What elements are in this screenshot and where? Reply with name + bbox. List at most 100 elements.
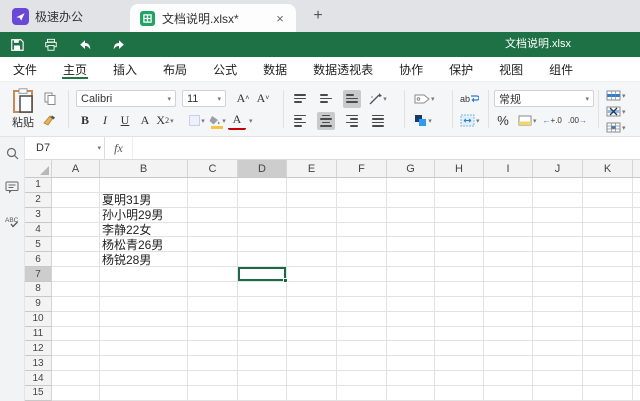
shrink-font-button[interactable]: A ˅ (254, 90, 272, 108)
cell-D5[interactable] (238, 237, 287, 253)
menu-item-10[interactable]: 组件 (536, 57, 586, 81)
name-box[interactable]: D7 ▾ (30, 137, 105, 159)
copy-icon[interactable] (41, 90, 59, 108)
cell-I10[interactable] (484, 311, 533, 327)
menu-item-9[interactable]: 视图 (486, 57, 536, 81)
cell-E15[interactable] (287, 386, 337, 401)
cell-C9[interactable] (188, 296, 238, 312)
cell-C3[interactable] (188, 207, 238, 223)
cell-C5[interactable] (188, 237, 238, 253)
column-header-A[interactable]: A (52, 160, 100, 178)
cell-A2[interactable] (52, 192, 100, 208)
cell-K8[interactable] (583, 282, 633, 297)
cell-J13[interactable] (533, 356, 583, 372)
column-header-F[interactable]: F (337, 160, 387, 178)
cell-E3[interactable] (287, 207, 337, 223)
cell-J6[interactable] (533, 252, 583, 268)
cell-H3[interactable] (435, 207, 484, 223)
subscript-button[interactable]: X 2 ▾ (156, 112, 174, 130)
cell-J15[interactable] (533, 386, 583, 401)
cell-G11[interactable] (387, 326, 435, 342)
cell-F1[interactable] (337, 178, 387, 193)
cell-E13[interactable] (287, 356, 337, 372)
currency-style-icon[interactable]: ▾ (518, 112, 537, 130)
cell-H13[interactable] (435, 356, 484, 372)
row-header-10[interactable]: 10 (25, 311, 52, 327)
cell-B14[interactable] (100, 371, 188, 387)
cell-J8[interactable] (533, 282, 583, 297)
cell-K3[interactable] (583, 207, 633, 223)
menu-item-2[interactable]: 插入 (100, 57, 150, 81)
cell-G13[interactable] (387, 356, 435, 372)
cell-F5[interactable] (337, 237, 387, 253)
fill-handle[interactable] (283, 278, 288, 284)
underline-button[interactable]: U (116, 112, 134, 130)
cell-F12[interactable] (337, 341, 387, 357)
cell-I4[interactable] (484, 222, 533, 238)
cell-I6[interactable] (484, 252, 533, 268)
cell-K7[interactable] (583, 267, 633, 283)
cell-I9[interactable] (484, 296, 533, 312)
cell-B9[interactable] (100, 296, 188, 312)
cell-I1[interactable] (484, 178, 533, 193)
cell-J4[interactable] (533, 222, 583, 238)
column-header-D[interactable]: D (238, 160, 287, 178)
cell-C6[interactable] (188, 252, 238, 268)
justify-icon[interactable] (369, 112, 387, 130)
menu-item-3[interactable]: 布局 (150, 57, 200, 81)
cell-I3[interactable] (484, 207, 533, 223)
cell-G4[interactable] (387, 222, 435, 238)
column-header-K[interactable]: K (583, 160, 633, 178)
cell-H7[interactable] (435, 267, 484, 283)
cell-D4[interactable] (238, 222, 287, 238)
cell-J3[interactable] (533, 207, 583, 223)
cell-F7[interactable] (337, 267, 387, 283)
cell-K15[interactable] (583, 386, 633, 401)
redo-button[interactable] (102, 32, 136, 57)
cell-D7[interactable] (238, 267, 288, 284)
cell-A13[interactable] (52, 356, 100, 372)
cell-B10[interactable] (100, 311, 188, 327)
row-header-5[interactable]: 5 (25, 237, 52, 253)
undo-button[interactable] (68, 32, 102, 57)
cell-C8[interactable] (188, 282, 238, 297)
cell-I12[interactable] (484, 341, 533, 357)
cell-G6[interactable] (387, 252, 435, 268)
cell-B7[interactable] (100, 267, 188, 283)
cell-E1[interactable] (287, 178, 337, 193)
insert-function-button[interactable]: fx (105, 137, 133, 159)
cell-A14[interactable] (52, 371, 100, 387)
select-all-corner[interactable] (25, 160, 52, 178)
text-orientation-icon[interactable]: ▾ (369, 90, 387, 108)
cell-F8[interactable] (337, 282, 387, 297)
cell-H6[interactable] (435, 252, 484, 268)
cell-A9[interactable] (52, 296, 100, 312)
cell-B13[interactable] (100, 356, 188, 372)
cell-H5[interactable] (435, 237, 484, 253)
cell-H8[interactable] (435, 282, 484, 297)
formula-input[interactable] (133, 137, 640, 159)
cell-F11[interactable] (337, 326, 387, 342)
cell-I5[interactable] (484, 237, 533, 253)
cell-B6[interactable]: 杨锐28男 (100, 252, 188, 268)
cell-D9[interactable] (238, 296, 287, 312)
cell-C7[interactable] (188, 267, 238, 283)
cell-J2[interactable] (533, 192, 583, 208)
save-button[interactable] (0, 32, 34, 57)
cell-J9[interactable] (533, 296, 583, 312)
cell-E5[interactable] (287, 237, 337, 253)
cell-H12[interactable] (435, 341, 484, 357)
row-header-11[interactable]: 11 (25, 326, 52, 342)
search-icon[interactable] (4, 145, 20, 161)
new-tab-button[interactable]: + (306, 4, 330, 28)
cell-C2[interactable] (188, 192, 238, 208)
cell-K6[interactable] (583, 252, 633, 268)
cell-J1[interactable] (533, 178, 583, 193)
cell-A7[interactable] (52, 267, 100, 283)
row-header-3[interactable]: 3 (25, 207, 52, 223)
character-style-button[interactable]: A (136, 112, 154, 130)
cell-D15[interactable] (238, 386, 287, 401)
cell-C10[interactable] (188, 311, 238, 327)
cell-D11[interactable] (238, 326, 287, 342)
paste-button[interactable]: 粘贴 (8, 88, 38, 130)
